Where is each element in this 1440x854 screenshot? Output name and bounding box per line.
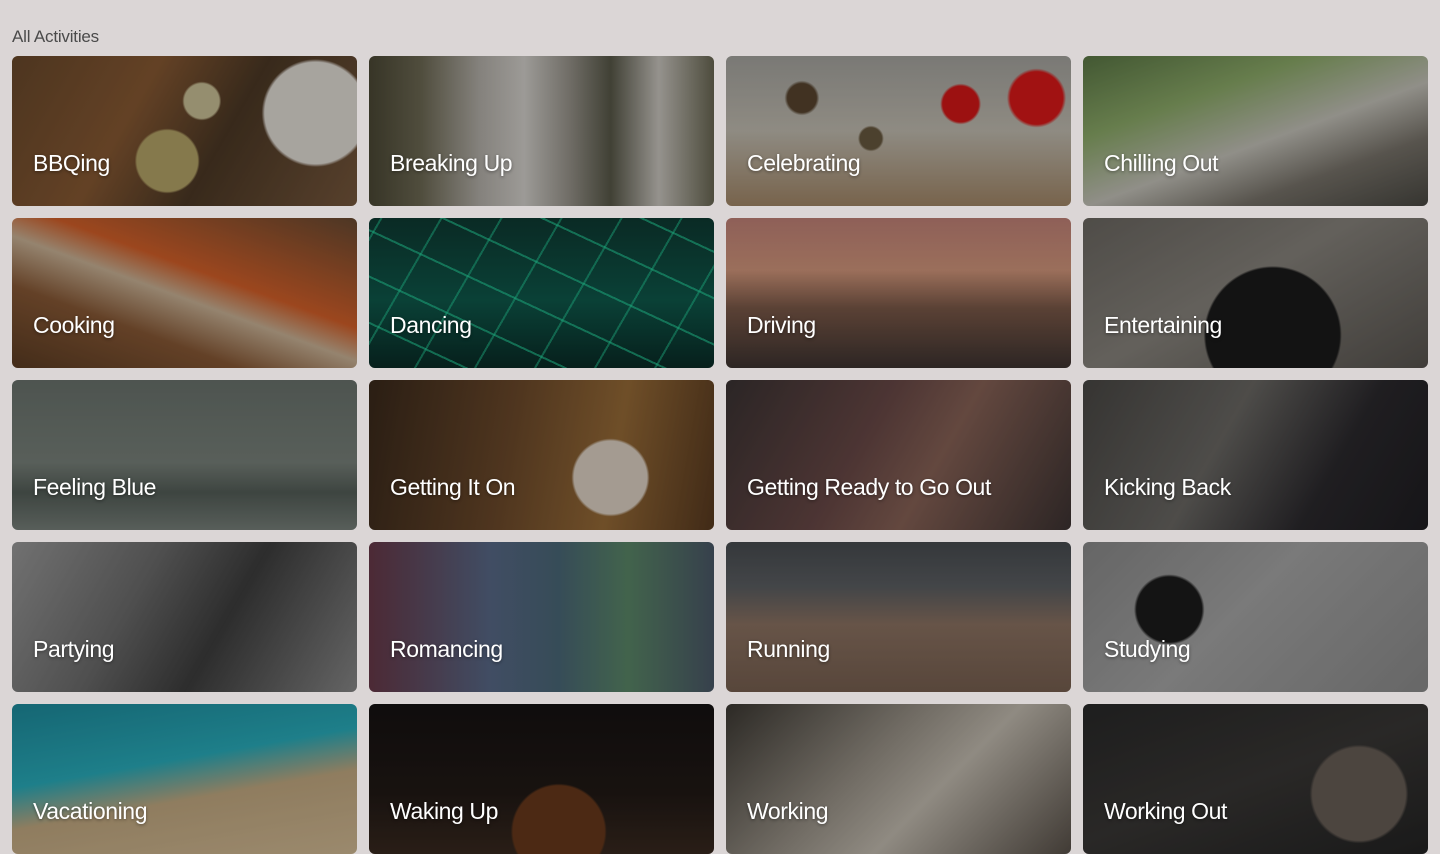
- activity-tile-dancing[interactable]: Dancing: [369, 218, 714, 368]
- activity-tile-working[interactable]: Working: [726, 704, 1071, 854]
- activity-label: Entertaining: [1104, 312, 1222, 338]
- activity-tile-studying[interactable]: Studying: [1083, 542, 1428, 692]
- activity-label: Getting Ready to Go Out: [747, 474, 991, 500]
- section-title: All Activities: [12, 27, 99, 46]
- activity-label: Kicking Back: [1104, 474, 1231, 500]
- activity-grid: BBQing Breaking Up Celebrating Chilling …: [12, 56, 1428, 854]
- activity-tile-feeling-blue[interactable]: Feeling Blue: [12, 380, 357, 530]
- activity-tile-working-out[interactable]: Working Out: [1083, 704, 1428, 854]
- activity-tile-running[interactable]: Running: [726, 542, 1071, 692]
- activity-label: Studying: [1104, 636, 1191, 662]
- activity-label: Romancing: [390, 636, 503, 662]
- activity-tile-bbqing[interactable]: BBQing: [12, 56, 357, 206]
- activity-tile-waking-up[interactable]: Waking Up: [369, 704, 714, 854]
- activity-label: Cooking: [33, 312, 115, 338]
- activity-tile-partying[interactable]: Partying: [12, 542, 357, 692]
- activity-label: Dancing: [390, 312, 472, 338]
- activity-tile-getting-ready[interactable]: Getting Ready to Go Out: [726, 380, 1071, 530]
- activity-tile-driving[interactable]: Driving: [726, 218, 1071, 368]
- activity-tile-chilling-out[interactable]: Chilling Out: [1083, 56, 1428, 206]
- activity-label: BBQing: [33, 150, 110, 176]
- activity-tile-romancing[interactable]: Romancing: [369, 542, 714, 692]
- activity-tile-cooking[interactable]: Cooking: [12, 218, 357, 368]
- activity-tile-breaking-up[interactable]: Breaking Up: [369, 56, 714, 206]
- activity-label: Getting It On: [390, 474, 516, 500]
- activity-label: Driving: [747, 312, 816, 338]
- activity-tile-entertaining[interactable]: Entertaining: [1083, 218, 1428, 368]
- activity-tile-getting-it-on[interactable]: Getting It On: [369, 380, 714, 530]
- activity-label: Celebrating: [747, 150, 861, 176]
- activity-label: Breaking Up: [390, 150, 513, 176]
- activity-label: Feeling Blue: [33, 474, 157, 500]
- activity-tile-vacationing[interactable]: Vacationing: [12, 704, 357, 854]
- activity-tile-kicking-back[interactable]: Kicking Back: [1083, 380, 1428, 530]
- activity-label: Partying: [33, 636, 115, 662]
- activity-label: Chilling Out: [1104, 150, 1219, 176]
- activity-label: Running: [747, 636, 830, 662]
- activity-tile-celebrating[interactable]: Celebrating: [726, 56, 1071, 206]
